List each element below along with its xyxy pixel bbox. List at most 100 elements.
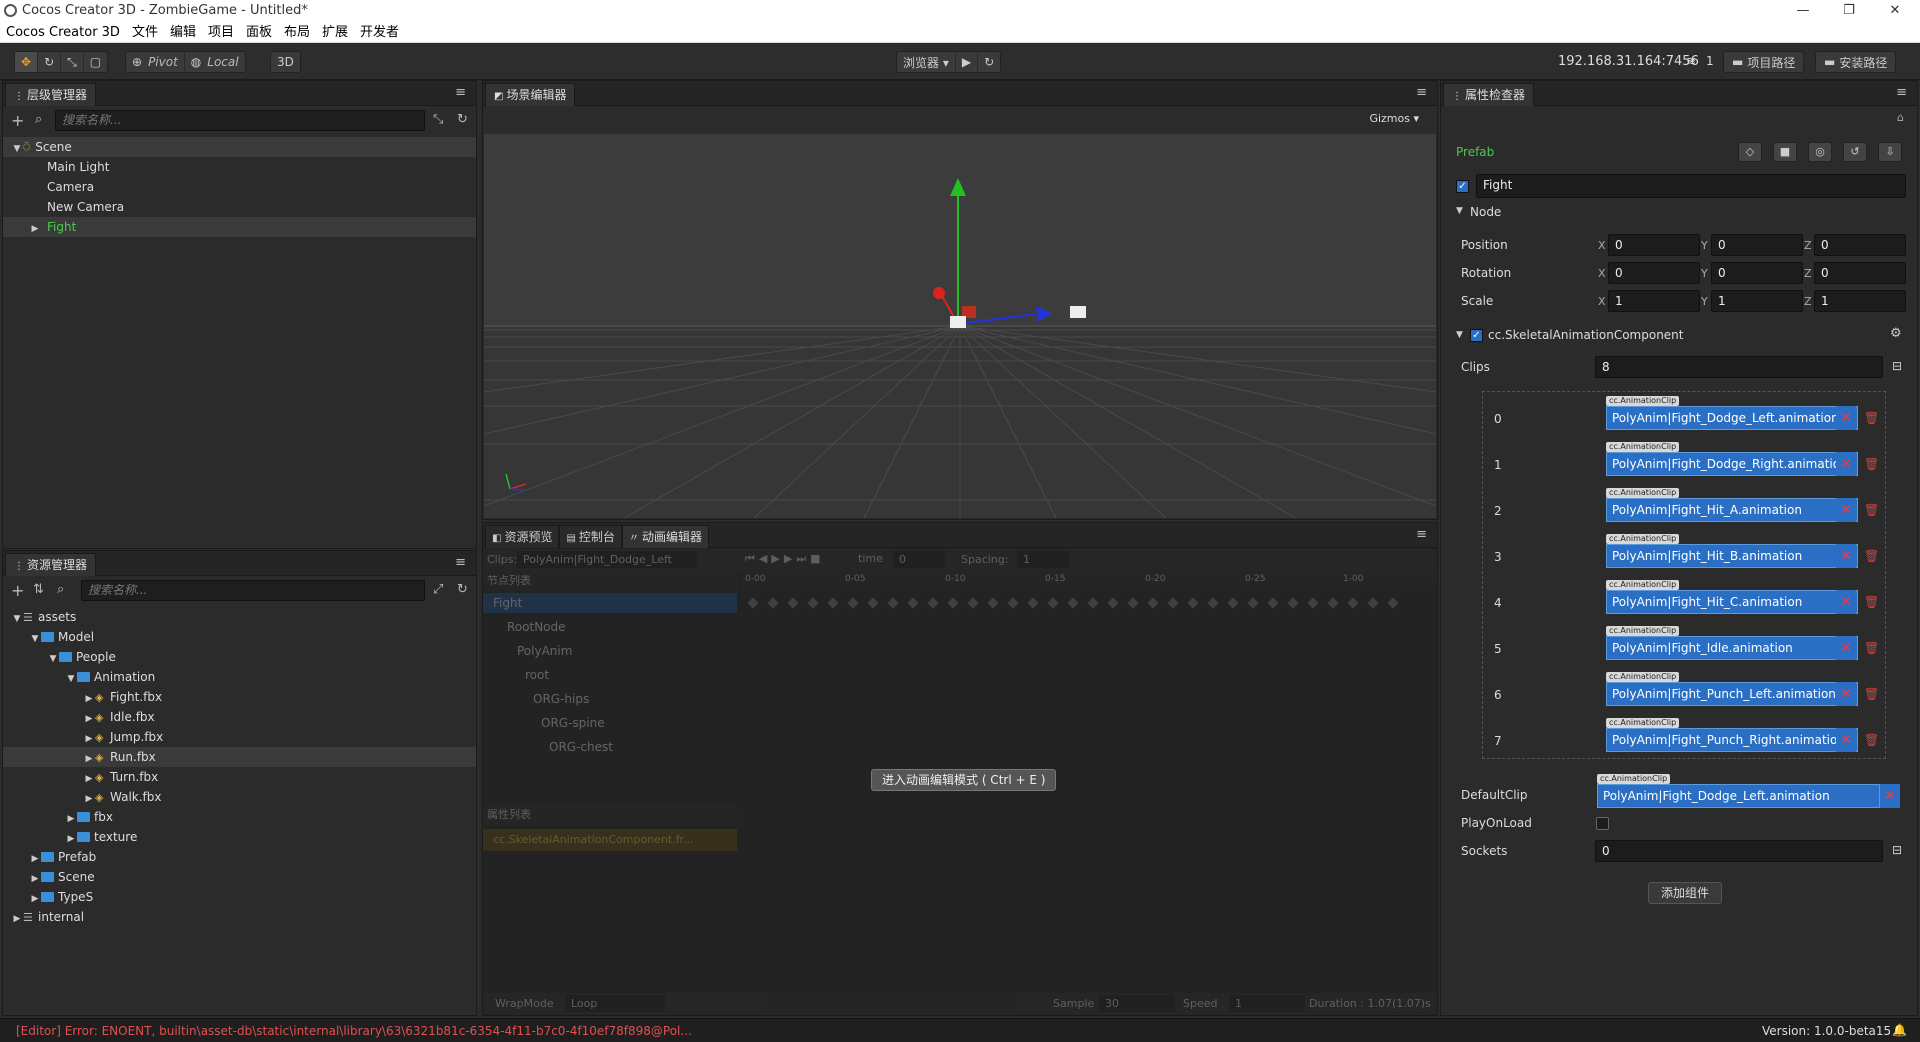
panel-menu-icon[interactable]: ≡ [1416,85,1427,100]
expand-icon[interactable]: ▶ [83,709,95,729]
prefab-apply-icon[interactable]: ⇩ [1878,142,1902,162]
tab-animation-editor[interactable]: 〃动画编辑器 [621,525,709,548]
expand-icon[interactable]: ▶ [83,769,95,789]
expand-icon[interactable]: ▼ [11,139,23,159]
expand-icon[interactable]: ▶ [65,809,77,829]
collapse-icon[interactable]: ▼ [1456,206,1463,216]
prefab-locate-icon[interactable]: ◎ [1808,142,1832,162]
expand-all-icon[interactable]: ⤢ [433,582,443,597]
assets-search-input[interactable]: 搜索名称... [81,580,425,601]
anim-node-org-spine[interactable]: ORG-spine [483,713,737,733]
add-component-button[interactable]: 添加组件 [1648,882,1722,904]
position-y-input[interactable]: 0 [1711,234,1803,256]
tree-asset-idle-fbx[interactable]: ▶ ◈ Idle.fbx [3,707,476,727]
bell-icon[interactable]: 🔔 [1892,1023,1907,1037]
tree-node-camera[interactable]: Camera [3,177,476,197]
expand-icon[interactable]: ▶ [29,849,41,869]
keyframe[interactable] [1107,597,1119,609]
menu-developer[interactable]: 开发者 [360,22,399,42]
add-asset-icon[interactable]: + [11,581,24,600]
trash-icon[interactable]: 🗑 [1864,549,1879,563]
clear-clip-icon[interactable]: ✕ [1836,682,1856,706]
clear-clip-icon[interactable]: ✕ [1836,406,1856,430]
keyframe[interactable] [1367,597,1379,609]
tree-asset-assets[interactable]: ▼ ☰ assets [3,607,476,627]
tab-scene-editor[interactable]: ◩ 场景编辑器 [485,83,576,106]
clips-count-input[interactable]: 8 [1595,356,1883,378]
keyframe[interactable] [787,597,799,609]
tab-asset-preview[interactable]: ◧ 资源预览 [485,525,560,548]
clear-clip-icon[interactable]: ✕ [1836,498,1856,522]
spacing-input[interactable]: 1 [1017,551,1069,568]
expand-icon[interactable]: ▼ [11,609,23,629]
clip-asset-field[interactable]: PolyAnim|Fight_Punch_Right.animation [1606,728,1858,752]
position-x-input[interactable]: 0 [1608,234,1700,256]
expand-icon[interactable]: ▼ [29,629,41,649]
collapse-all-icon[interactable]: ⤡ [433,112,443,127]
keyframe[interactable] [1087,597,1099,609]
keyframe[interactable] [1387,597,1399,609]
menu-app[interactable]: Cocos Creator 3D [6,22,120,42]
scale-y-input[interactable]: 1 [1711,290,1803,312]
sockets-count-input[interactable]: 0 [1595,840,1883,862]
keyframe[interactable] [1127,597,1139,609]
anim-node-root[interactable]: root [483,665,737,685]
expand-icon[interactable]: ▶ [65,829,77,849]
tree-asset-texture[interactable]: ▶ texture [3,827,476,847]
rotate-tool-icon[interactable]: ↻ [38,52,62,72]
tree-asset-animation[interactable]: ▼ Animation [3,667,476,687]
menu-extension[interactable]: 扩展 [322,22,348,42]
tree-node-new-camera[interactable]: New Camera [3,197,476,217]
tree-node-fight[interactable]: ▶ Fight [3,217,476,237]
clear-clip-icon[interactable]: ✕ [1836,590,1856,614]
expand-icon[interactable]: ▶ [29,219,41,239]
clip-asset-field[interactable]: PolyAnim|Fight_Punch_Left.animation [1606,682,1858,706]
add-node-icon[interactable]: + [11,111,24,130]
keyframe[interactable] [1047,597,1059,609]
tree-asset-people[interactable]: ▼ People [3,647,476,667]
trash-icon[interactable]: 🗑 [1864,733,1879,747]
expand-icon[interactable]: ▼ [47,649,59,669]
local-toggle[interactable]: ◍ Local [185,52,245,72]
clip-asset-field[interactable]: PolyAnim|Fight_Dodge_Left.animation [1606,406,1858,430]
node-name-input[interactable]: Fight [1476,174,1906,198]
clip-asset-field[interactable]: PolyAnim|Fight_Hit_B.animation [1606,544,1858,568]
keyframe[interactable] [887,597,899,609]
expand-icon[interactable]: ▼ [65,669,77,689]
rotation-z-input[interactable]: 0 [1814,262,1906,284]
clear-clip-icon[interactable]: ✕ [1836,544,1856,568]
node-active-checkbox[interactable]: ✓ [1456,180,1469,193]
tree-asset-turn-fbx[interactable]: ▶ ◈ Turn.fbx [3,767,476,787]
clip-asset-field[interactable]: PolyAnim|Fight_Hit_C.animation [1606,590,1858,614]
pivot-toggle[interactable]: ⊕ Pivot [126,52,185,72]
array-collapse-icon[interactable]: ⊟ [1892,359,1902,373]
scene-viewport[interactable] [484,134,1436,518]
keyframe[interactable] [1187,597,1199,609]
install-path-button[interactable]: ▬ 安装路径 [1815,51,1897,73]
tree-asset-types[interactable]: ▶ TypeS [3,887,476,907]
expand-icon[interactable]: ▶ [83,789,95,809]
clip-asset-field[interactable]: PolyAnim|Fight_Idle.animation [1606,636,1858,660]
position-z-input[interactable]: 0 [1814,234,1906,256]
sort-icon[interactable]: ⇅ [33,582,44,597]
rotation-y-input[interactable]: 0 [1711,262,1803,284]
preview-platform-select[interactable]: 浏览器 ▾ [897,52,956,72]
keyframe[interactable] [747,597,759,609]
keyframe[interactable] [967,597,979,609]
close-button[interactable]: ✕ [1872,0,1918,22]
keyframe[interactable] [1287,597,1299,609]
error-message[interactable]: [Editor] Error: ENOENT, builtin\asset-db… [16,1024,692,1038]
scale-z-input[interactable]: 1 [1814,290,1906,312]
keyframe[interactable] [1167,597,1179,609]
prefab-asset-icon[interactable]: ■ [1773,142,1797,162]
array-collapse-icon[interactable]: ⊟ [1892,843,1902,857]
tree-asset-internal[interactable]: ▶ ☰ internal [3,907,476,927]
clear-clip-icon[interactable]: ✕ [1836,452,1856,476]
menu-panel[interactable]: 面板 [246,22,272,42]
maximize-button[interactable]: ❐ [1826,0,1872,22]
expand-icon[interactable]: ▶ [29,889,41,909]
anim-node-org-hips[interactable]: ORG-hips [483,689,737,709]
tree-node-main-light[interactable]: Main Light [3,157,476,177]
expand-icon[interactable]: ▶ [83,689,95,709]
panel-menu-icon[interactable]: ≡ [455,555,466,570]
